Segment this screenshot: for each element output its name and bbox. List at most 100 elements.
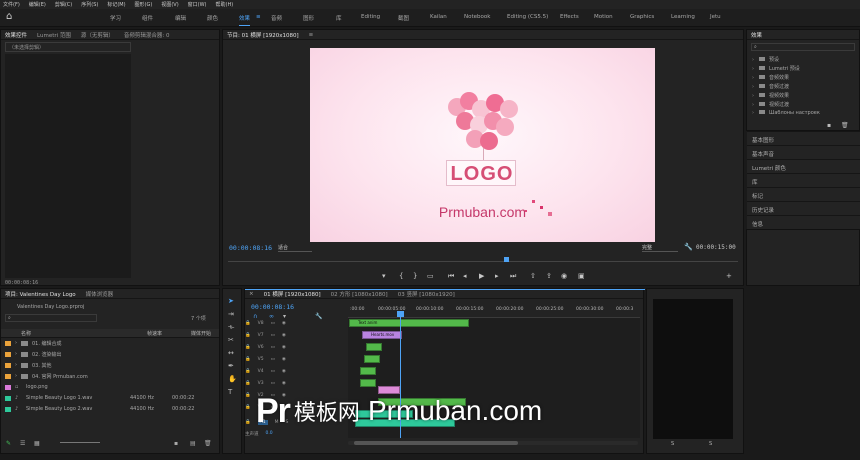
eye-icon[interactable]: ◉ — [282, 333, 286, 338]
fit-dropdown[interactable]: 适合 — [278, 244, 312, 252]
tab-effect-controls[interactable]: 效果控件 — [5, 31, 27, 39]
solo-left[interactable]: S — [671, 441, 674, 447]
workspace-tab[interactable]: 颜色 — [207, 14, 218, 22]
new-item-icon[interactable]: ▤ — [190, 440, 196, 447]
razor-tool-icon[interactable]: ✂ — [228, 336, 234, 344]
program-timecode[interactable]: 00:00:08:16 — [229, 244, 272, 252]
video-clip[interactable] — [360, 367, 376, 375]
timeline-scrollbar[interactable] — [348, 441, 638, 445]
workspace-tab[interactable]: Editing — [361, 14, 380, 20]
track-header[interactable]: 🔒 V5 ▭ ◉ — [245, 355, 345, 364]
hand-tool-icon[interactable]: ✋ — [228, 375, 237, 383]
new-bin-icon[interactable]: ▪ — [174, 440, 178, 447]
timeline-ruler[interactable]: :00:00 00:00:05:00 00:00:10:00 00:00:15:… — [348, 306, 640, 318]
workspace-tab[interactable]: 截图 — [398, 14, 409, 22]
selection-tool-icon[interactable]: ➤ — [228, 297, 234, 305]
wrench-icon[interactable]: 🔧 — [684, 243, 693, 251]
eye-icon[interactable]: ◉ — [282, 345, 286, 350]
tab-project[interactable]: 项目: Valentines Day Logo — [5, 290, 76, 298]
project-search-icon[interactable]: ⌕ — [5, 314, 97, 322]
chevron-right-icon[interactable]: › — [15, 373, 17, 379]
program-menu-icon[interactable]: ≡ — [309, 32, 314, 38]
effects-item-audio-effects[interactable]: 音频效果 — [752, 74, 789, 82]
list-item[interactable]: › 01. 编辑合成 — [5, 338, 215, 348]
panel-info[interactable]: 信息 — [747, 215, 860, 229]
workspace-tab[interactable]: 组件 — [142, 14, 153, 22]
track-header[interactable]: 🔒 V3 ▭ ◉ — [245, 379, 345, 388]
list-item[interactable]: › 03. 其他 — [5, 360, 215, 370]
solo-right[interactable]: S — [709, 441, 712, 447]
tab-program[interactable]: 节目: 01 横屏 [1920x1080] — [227, 31, 299, 39]
tab-effects[interactable]: 效果 — [751, 31, 762, 39]
tab-media-browser[interactable]: 媒体浏览器 — [86, 290, 114, 298]
workspace-tab-active[interactable]: 效果 — [239, 14, 251, 26]
effects-search-icon[interactable]: ⌕ — [751, 43, 855, 51]
menu-window[interactable]: 窗口(W) — [188, 1, 207, 8]
close-icon[interactable]: × — [249, 291, 254, 297]
video-clip[interactable] — [364, 355, 380, 363]
track-header[interactable]: 🔒 V6 ▭ ◉ — [245, 343, 345, 352]
menu-view[interactable]: 视图(V) — [161, 1, 178, 8]
track-header[interactable]: 🔒 V7 ▭ ◉ — [245, 331, 345, 340]
video-clip[interactable]: Hearts.mov — [362, 331, 402, 339]
zoom-slider[interactable] — [60, 442, 100, 443]
workspace-tab[interactable]: Graphics — [630, 14, 654, 20]
workspace-tab[interactable]: Motion — [594, 14, 613, 20]
column-media-start[interactable]: 媒体开始 — [191, 330, 211, 337]
panel-history[interactable]: 历史记录 — [747, 201, 860, 215]
timeline-playhead-handle[interactable] — [397, 311, 404, 317]
play-icon[interactable]: ▶ — [479, 272, 484, 280]
effects-item-presets[interactable]: 预设 — [752, 56, 779, 64]
workspace-tab[interactable]: Jetu — [710, 14, 721, 20]
track-select-tool-icon[interactable]: ⇥ — [228, 310, 234, 318]
trash-icon[interactable]: 🗑 — [204, 440, 212, 447]
column-frame-rate[interactable]: 帧速率 — [147, 330, 162, 337]
video-clip[interactable] — [366, 343, 382, 351]
workspace-tab[interactable]: 编辑 — [175, 14, 186, 22]
go-to-in-icon[interactable]: ▭ — [427, 272, 434, 280]
comparison-icon[interactable]: ▣ — [578, 272, 585, 280]
workspace-menu-icon[interactable]: ≡ — [256, 14, 261, 20]
menu-file[interactable]: 文件(F) — [3, 1, 20, 8]
mark-in-icon[interactable]: { — [399, 272, 403, 280]
effects-item-templates[interactable]: Шаблоны настроек — [752, 110, 820, 118]
lift-icon[interactable]: ⇧ — [530, 272, 536, 280]
video-clip[interactable] — [360, 379, 376, 387]
chevron-right-icon[interactable]: › — [15, 362, 17, 368]
workspace-tab[interactable]: Kailan — [430, 14, 447, 20]
panel-lumetri-color[interactable]: Lumetri 颜色 — [747, 159, 860, 173]
list-item[interactable]: › 04. 官网 Prmuban.com — [5, 371, 215, 381]
tab-lumetri-scopes[interactable]: Lumetri 范围 — [37, 31, 71, 39]
list-item[interactable]: ▫ logo.png — [5, 382, 215, 392]
playhead-handle[interactable] — [504, 257, 509, 262]
eye-icon[interactable]: ◉ — [282, 369, 286, 374]
pencil-icon[interactable]: ✎ — [6, 440, 11, 447]
workspace-tab[interactable]: 图形 — [303, 14, 314, 22]
add-button-icon[interactable]: + — [726, 272, 732, 280]
workspace-tab[interactable]: Learning — [671, 14, 695, 20]
type-tool-icon[interactable]: T — [228, 388, 232, 396]
menu-sequence[interactable]: 序列(S) — [81, 1, 98, 8]
menu-edit[interactable]: 编辑(E) — [29, 1, 46, 8]
tab-sequence-1[interactable]: 01 横屏 [1920x1080] — [264, 290, 321, 298]
track-header[interactable]: 🔒 V8 ▭ ◉ — [245, 319, 345, 328]
menu-graphics[interactable]: 图形(G) — [135, 1, 153, 8]
home-icon[interactable]: ⌂ — [6, 12, 16, 22]
panel-essential-graphics[interactable]: 基本图形 — [747, 131, 860, 145]
eye-icon[interactable]: ◉ — [282, 381, 286, 386]
panel-markers[interactable]: 标记 — [747, 187, 860, 201]
menu-help[interactable]: 帮助(H) — [216, 1, 234, 8]
list-item[interactable]: ♪ Simple Beauty Logo 1.wav 44100 Hz 00:00:2… — [5, 393, 220, 403]
quality-dropdown[interactable]: 完整 — [642, 244, 678, 252]
pen-tool-icon[interactable]: ✒ — [228, 362, 234, 370]
new-bin-icon[interactable]: ▪ — [827, 122, 831, 129]
tab-sequence-3[interactable]: 03 竖屏 [1080x1920] — [398, 290, 455, 298]
step-frame-forward-icon[interactable]: ▸ — [495, 272, 499, 280]
ripple-edit-tool-icon[interactable]: ⟛ — [228, 323, 234, 332]
step-forward-icon[interactable]: ⏭ — [510, 272, 516, 280]
chevron-right-icon[interactable]: › — [15, 351, 17, 357]
timeline-scrollbar-thumb[interactable] — [354, 441, 518, 445]
workspace-tab[interactable]: 音频 — [271, 14, 282, 22]
eye-icon[interactable]: ◉ — [282, 321, 286, 326]
effects-item-lumetri-presets[interactable]: Lumetri 预设 — [752, 65, 800, 73]
